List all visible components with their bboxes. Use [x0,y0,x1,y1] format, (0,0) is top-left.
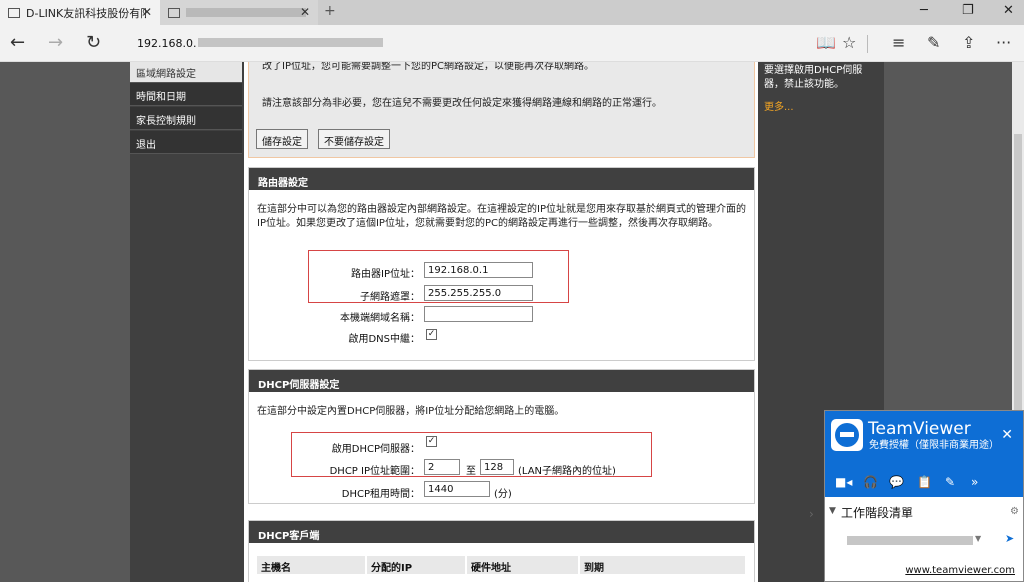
warning-line-2: 請注意該部分為非必要，您在這兒不需要更改任何設定來獲得網路連線和網路的正常運行。 [262,98,662,109]
menu-item-time-date[interactable]: 時間和日期 [130,83,242,106]
tab-title: D-LINK友訊科技股份有限 [26,6,146,20]
router-settings-description: 在這部分中可以為您的路由器設定內部網路設定。在這裡設定的IP位址就是您用來存取基… [257,204,746,229]
dhcp-range-label: DHCP IP位址範圍： [329,466,420,477]
pointer-icon[interactable]: ➤ [1005,532,1014,545]
session-entry-blurred[interactable] [847,536,973,545]
subnet-mask-label: 子網路遮罩： [360,292,420,303]
web-note-icon[interactable]: ✎ [927,33,940,52]
teamviewer-license: 免費授權（僅限非商業用途） [869,440,999,451]
close-tab-icon[interactable]: ✕ [142,5,152,19]
column-mac-address: 硬件地址 [467,556,578,574]
whiteboard-icon[interactable]: ✎ [945,475,955,489]
scrollbar-thumb[interactable] [1014,134,1022,452]
enable-dhcp-label: 啟用DHCP伺服器： [331,444,420,455]
gear-icon[interactable]: ⚙ [1010,506,1019,517]
toolbar-divider [867,35,868,53]
back-icon[interactable]: ← [10,32,25,53]
tab-dlink[interactable]: D-LINK友訊科技股份有限 ✕ [0,0,160,25]
page-icon [8,7,20,18]
expand-panel-icon[interactable]: › [809,507,814,521]
expand-toolbar-icon[interactable]: » [971,475,978,489]
tab-other[interactable]: ✕ [160,0,318,25]
dhcp-settings-title: DHCP伺服器設定 [249,370,754,392]
menu-item-logout[interactable]: 退出 [130,131,242,154]
dhcp-settings-description: 在這部分中設定內置DHCP伺服器，將IP位址分配給您網路上的電腦。 [257,406,565,417]
dhcp-range-end-input[interactable] [480,459,514,475]
chevron-down-icon[interactable]: ▼ [975,534,981,543]
more-link[interactable]: 更多... [764,98,794,113]
dhcp-range-start-input[interactable] [424,459,460,475]
local-domain-input[interactable] [424,306,533,322]
refresh-icon[interactable]: ↻ [86,32,101,53]
teamviewer-panel: TeamViewer 免費授權（僅限非商業用途） ✕ ■◂ 🎧 💬 📋 ✎ » … [809,410,1024,582]
dont-save-button[interactable]: 不要儲存設定 [318,129,390,149]
column-hostname: 主機名 [257,556,365,574]
video-icon[interactable]: ■◂ [835,475,852,489]
headset-icon[interactable]: 🎧 [863,475,878,489]
chat-icon[interactable]: 💬 [889,475,904,489]
maximize-button[interactable]: ❐ [962,3,974,18]
collapse-arrow-icon[interactable]: ▼ [829,506,836,516]
column-assigned-ip: 分配的IP [367,556,465,574]
close-tab-icon[interactable]: ✕ [300,5,310,19]
address-bar: ← → ↻ 192.168.0. 📖 ☆ ≡ ✎ ⇪ ··· [0,25,1024,62]
column-expires: 到期 [580,556,745,574]
lease-time-input[interactable] [424,481,490,497]
range-note: (LAN子網路內的位址) [518,466,616,477]
close-icon[interactable]: ✕ [1001,427,1013,443]
router-ip-input[interactable] [424,262,533,278]
local-domain-label: 本機端網域名稱： [340,313,420,324]
minimize-button[interactable]: ─ [920,3,928,18]
reading-view-icon[interactable]: 📖 [816,33,836,52]
lease-time-label: DHCP租用時間： [341,489,420,500]
tab-title-blurred [186,8,306,17]
dns-relay-checkbox[interactable]: ✓ [426,329,437,340]
forward-icon[interactable]: → [48,32,63,53]
dhcp-clients-title: DHCP客戶端 [249,521,754,543]
router-ip-label: 路由器IP位址： [351,269,420,280]
range-to-text: 至 [466,466,476,477]
page-icon [168,7,180,18]
save-settings-button[interactable]: 儲存設定 [256,129,308,149]
new-tab-button[interactable]: + [324,3,336,19]
menu-item-parental-control[interactable]: 家長控制規則 [130,107,242,130]
more-icon[interactable]: ··· [996,33,1011,52]
teamviewer-name: TeamViewer [868,419,971,439]
menu-item-lan-settings[interactable]: 區域網路設定 [130,62,242,83]
browser-tab-bar: D-LINK友訊科技股份有限 ✕ ✕ + ─ ❐ ✕ [0,0,1024,25]
lease-unit: (分) [494,489,512,500]
share-icon[interactable]: ⇪ [962,33,975,52]
teamviewer-link[interactable]: www.teamviewer.com [905,565,1015,576]
file-transfer-icon[interactable]: 📋 [917,475,932,489]
teamviewer-header: TeamViewer 免費授權（僅限非商業用途） ✕ ■◂ 🎧 💬 📋 ✎ » [825,411,1023,497]
hub-icon[interactable]: ≡ [892,33,905,52]
warning-line-1: 改了IP位址，您可能需要調整一下您的PC網路設定，以便能再次存取網路。 [262,62,594,72]
help-text: 要選擇啟用DHCP伺服器，禁止該功能。 [764,65,863,90]
teamviewer-logo-icon [831,419,863,451]
router-settings-title: 路由器設定 [249,168,754,190]
close-window-button[interactable]: ✕ [1003,3,1014,18]
dns-relay-label: 啟用DNS中繼： [348,334,420,345]
enable-dhcp-checkbox[interactable]: ✓ [426,436,437,447]
favorite-icon[interactable]: ☆ [842,33,856,52]
url-blurred [198,38,383,47]
url-field[interactable]: 192.168.0. [137,37,196,50]
subnet-mask-input[interactable] [424,285,533,301]
session-list-title: 工作階段清單 [841,506,914,520]
